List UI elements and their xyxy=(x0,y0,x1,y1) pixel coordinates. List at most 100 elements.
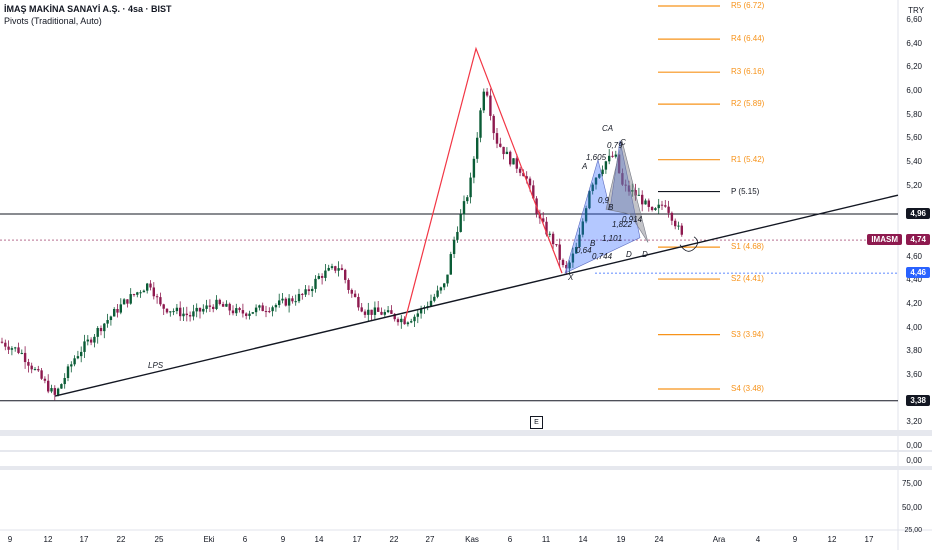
symbol-title[interactable]: İMAŞ MAKİNA SANAYİ A.Ş. · 4sa · BIST xyxy=(4,4,172,14)
candle-body xyxy=(433,296,436,301)
candle-body xyxy=(86,339,89,342)
candle-body xyxy=(113,309,116,317)
date-tick: 25 xyxy=(154,535,164,544)
candle-body xyxy=(215,299,218,309)
candle-body xyxy=(30,365,33,370)
candle-body xyxy=(390,310,393,314)
candle-body xyxy=(218,299,221,305)
candle-body xyxy=(4,342,7,347)
indicator-label[interactable]: Pivots (Traditional, Auto) xyxy=(4,16,102,26)
candle-body xyxy=(212,306,215,309)
date-tick: 22 xyxy=(116,535,126,544)
candle-body xyxy=(377,307,380,312)
candle-body xyxy=(271,307,274,312)
candle-body xyxy=(47,380,50,392)
candle-body xyxy=(489,95,492,116)
candle-body xyxy=(657,204,660,209)
candle-body xyxy=(469,177,472,198)
candle-body xyxy=(53,388,56,395)
candle-body xyxy=(116,309,119,313)
candle-body xyxy=(528,178,532,186)
candle-body xyxy=(297,293,301,302)
candle-body xyxy=(103,323,106,332)
candle-body xyxy=(152,287,155,297)
candle-body xyxy=(340,268,344,270)
candle-body xyxy=(27,362,30,366)
candle-body xyxy=(20,352,23,354)
candle-body xyxy=(185,313,188,316)
date-tick: Ara xyxy=(712,535,726,544)
date-tick: 4 xyxy=(755,535,761,544)
candle-body xyxy=(674,220,677,227)
candle-body xyxy=(96,327,99,337)
date-tick: 19 xyxy=(616,535,626,544)
candle-body xyxy=(37,369,40,371)
candle-body xyxy=(202,308,205,312)
candle-body xyxy=(241,310,245,314)
candle-body xyxy=(367,309,370,315)
candle-body xyxy=(370,309,373,315)
candle-body xyxy=(604,161,608,170)
dotted-level-badge: 4,46 xyxy=(906,267,930,279)
candle-body xyxy=(56,388,60,395)
price-tick: 3,80 xyxy=(906,346,922,356)
event-marker[interactable]: E xyxy=(530,416,543,429)
candle-body xyxy=(363,311,367,315)
candle-body xyxy=(317,275,320,279)
candle-body xyxy=(660,204,664,206)
date-tick: 11 xyxy=(541,535,551,544)
candle-body xyxy=(413,316,416,322)
pivot-label: R2 (5.89) xyxy=(731,99,765,109)
candle-body xyxy=(274,305,278,308)
candle-body xyxy=(482,91,485,111)
candle-body xyxy=(63,377,66,385)
candle-body xyxy=(353,293,357,297)
pattern-label-d1: D xyxy=(626,250,632,259)
price-tick: 6,60 xyxy=(906,15,922,25)
pane2-tick: 0,00 xyxy=(906,456,922,465)
candle-body xyxy=(637,194,641,196)
date-tick: Eki xyxy=(203,535,215,544)
candle-body xyxy=(225,303,228,307)
candle-body xyxy=(238,308,241,311)
candle-body xyxy=(83,341,86,352)
pivot-label: R3 (6.16) xyxy=(731,67,765,77)
candle-body xyxy=(647,200,650,207)
candle-body xyxy=(466,197,469,202)
candle-body xyxy=(146,283,149,291)
candle-body xyxy=(109,316,113,321)
candle-body xyxy=(258,305,261,308)
date-tick: 9 xyxy=(792,535,798,544)
date-tick: 12 xyxy=(827,535,837,544)
candle-body xyxy=(449,254,452,275)
candle-body xyxy=(314,278,317,289)
candle-body xyxy=(281,298,284,301)
candle-body xyxy=(76,356,80,359)
pivot-label: P (5.15) xyxy=(731,186,760,196)
candle-body xyxy=(89,339,93,343)
candle-body xyxy=(162,304,165,309)
candle-body xyxy=(136,292,139,295)
candle-body xyxy=(515,158,518,169)
date-tick: 14 xyxy=(314,535,324,544)
candle-body xyxy=(80,351,83,357)
candle-body xyxy=(228,303,231,311)
chart-canvas[interactable] xyxy=(0,0,932,550)
candle-body xyxy=(245,313,248,316)
candle-body xyxy=(357,296,360,308)
date-tick: 27 xyxy=(425,535,435,544)
candle-body xyxy=(192,311,195,317)
pivot-label: R1 (5.42) xyxy=(731,154,765,164)
candle-body xyxy=(410,321,413,323)
pane3-tick-75: 75,00 xyxy=(901,479,922,488)
candle-body xyxy=(73,358,76,365)
candle-body xyxy=(380,311,383,315)
pattern-ratio-5: 0,914 xyxy=(622,215,643,224)
price-tick: 3,60 xyxy=(906,369,922,379)
candle-body xyxy=(119,304,122,313)
candle-body xyxy=(324,270,327,278)
candle-body xyxy=(495,133,499,144)
date-tick: 14 xyxy=(578,535,588,544)
candle-body xyxy=(93,336,96,343)
candle-body xyxy=(654,208,657,210)
